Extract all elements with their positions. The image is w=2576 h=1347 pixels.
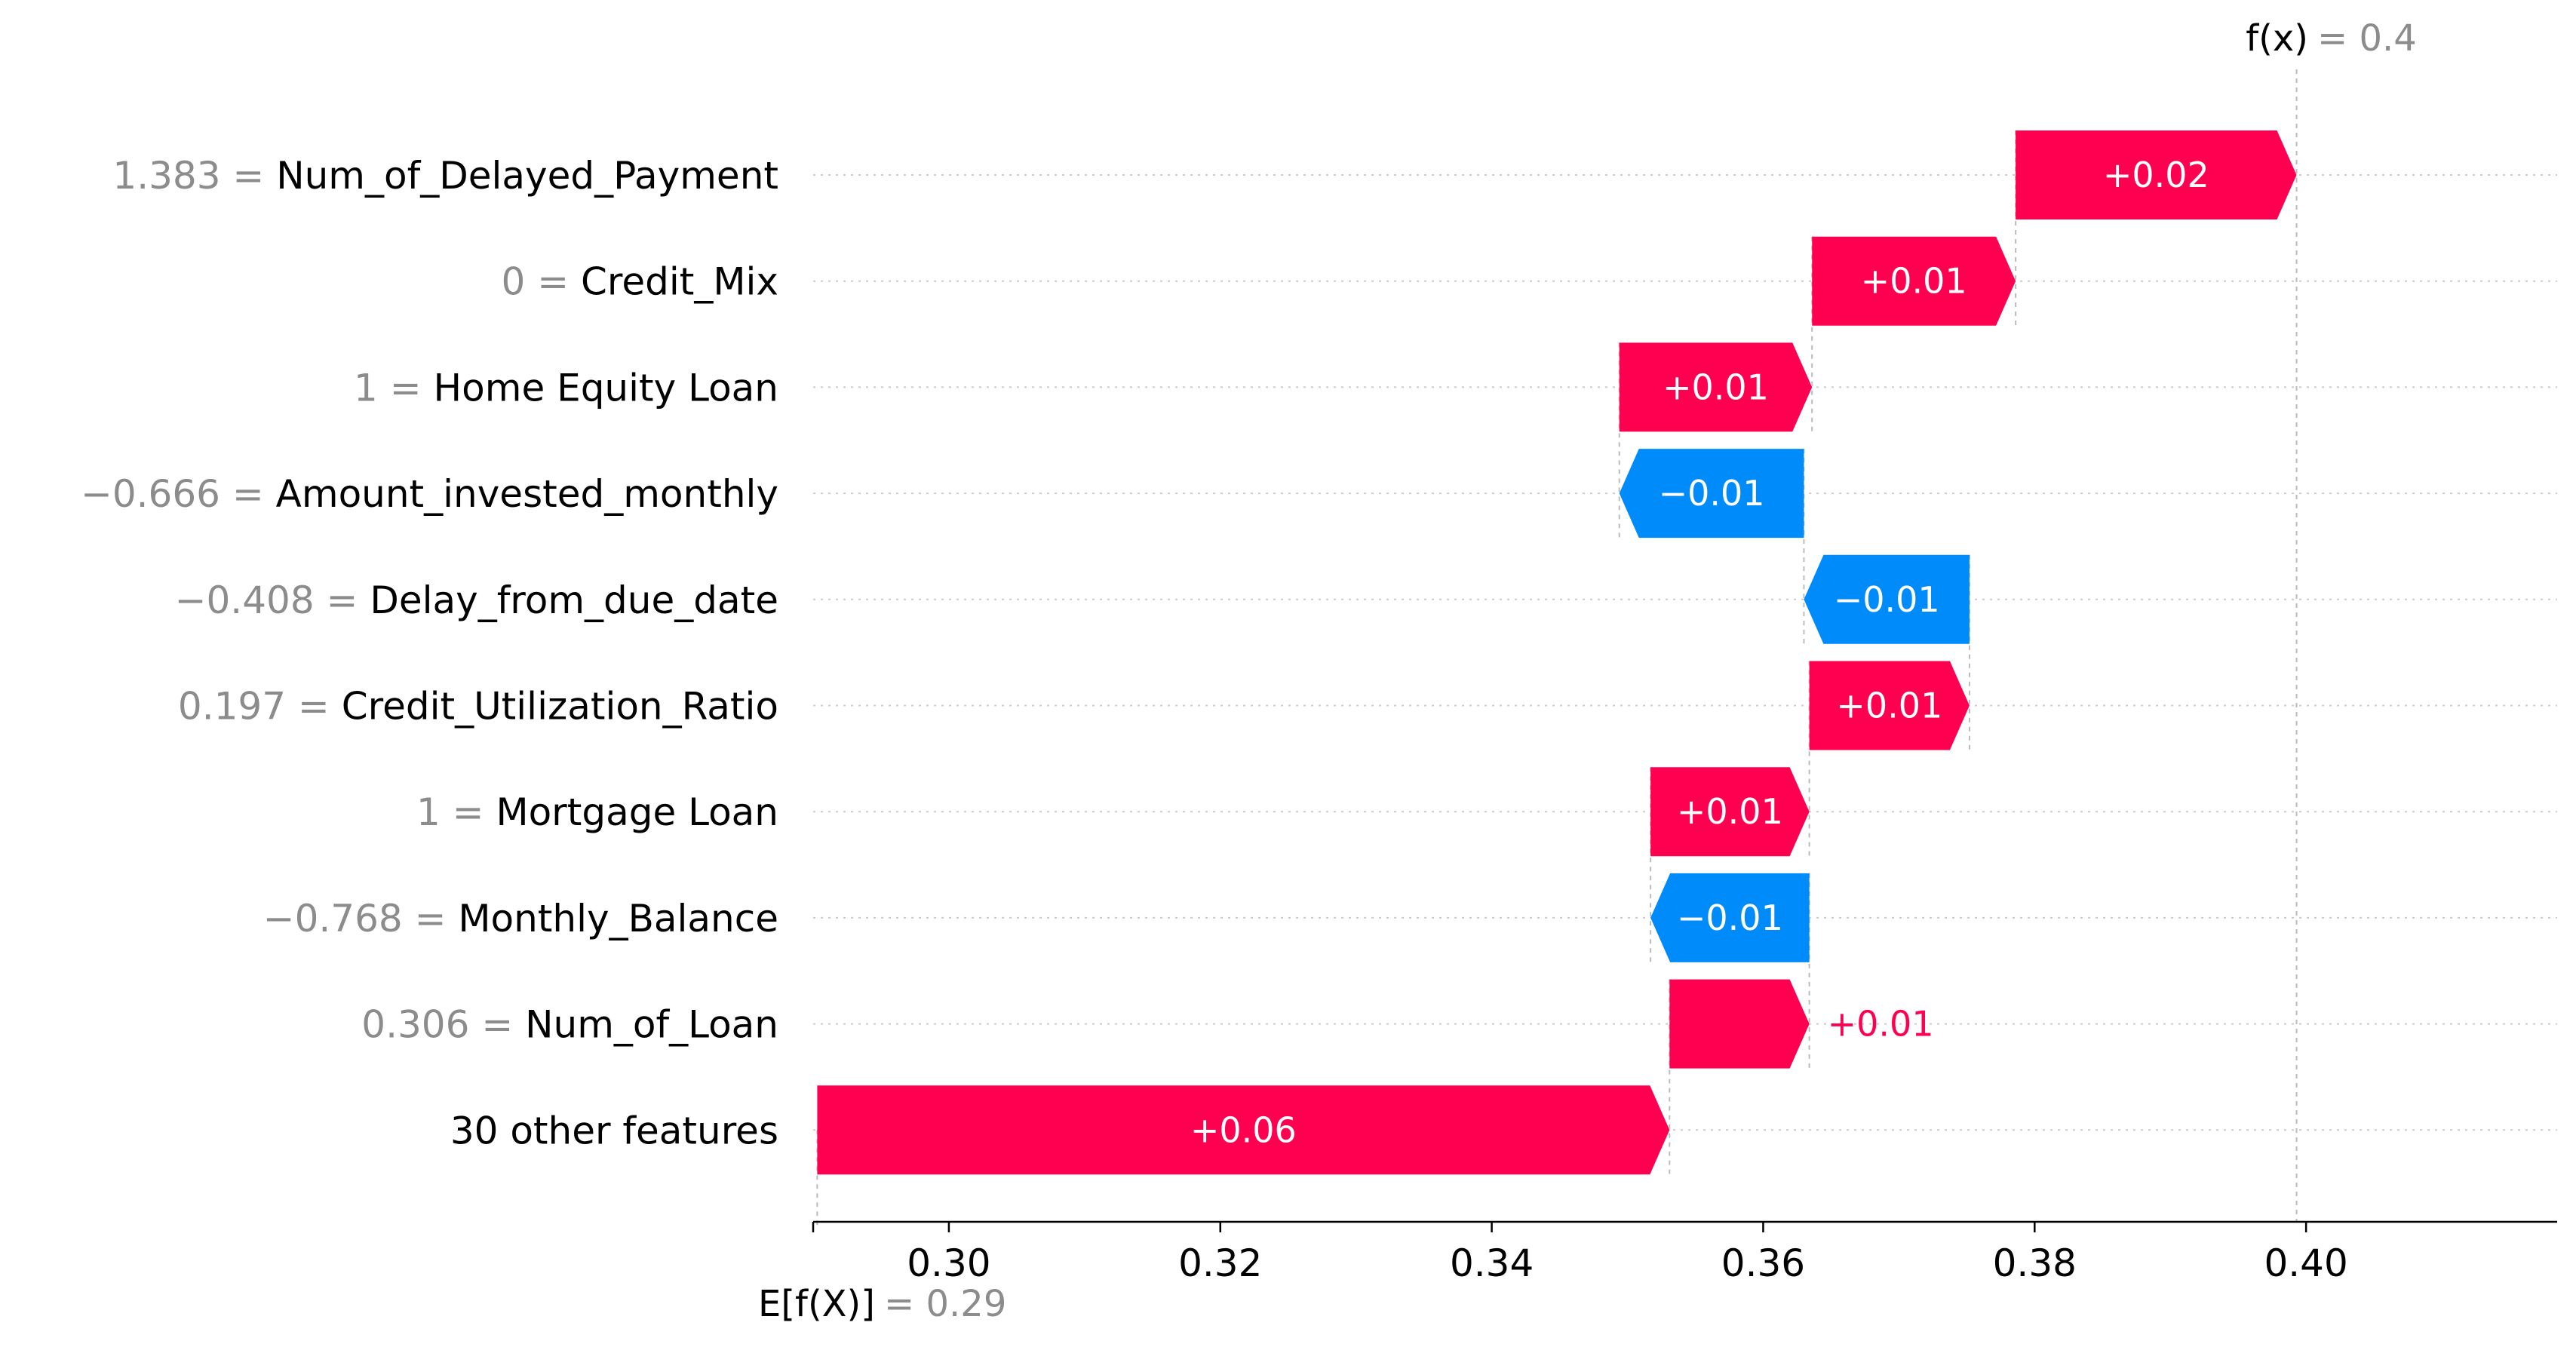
- output-annotation: f(x) = 0.4: [2246, 17, 2417, 60]
- feature-name: 30 other features: [450, 1109, 778, 1152]
- contribution-label: −0.01: [1834, 579, 1940, 620]
- feature-label: 30 other features: [450, 1109, 778, 1152]
- feature-value: 0.197 =: [178, 685, 342, 729]
- feature-value: 1 =: [354, 366, 434, 410]
- output-label: f(x): [2246, 17, 2308, 60]
- feature-value: 1 =: [416, 790, 496, 834]
- contribution-label: +0.01: [1828, 1004, 1934, 1045]
- feature-name: Num_of_Delayed_Payment: [276, 154, 778, 198]
- feature-name: Home Equity Loan: [434, 366, 778, 410]
- contribution-label: −0.01: [1659, 473, 1765, 514]
- expected-value: = 0.29: [884, 1283, 1006, 1325]
- contribution-label: +0.01: [1861, 261, 1967, 302]
- x-tick-label: 0.38: [1993, 1241, 2077, 1285]
- contribution-label: −0.01: [1677, 897, 1783, 938]
- contribution-label: +0.06: [1190, 1109, 1297, 1150]
- feature-label: −0.408 = Delay_from_due_date: [175, 578, 778, 622]
- feature-value: 1.383 =: [112, 154, 276, 198]
- connector-lines: [816, 69, 2298, 1229]
- x-axis: 0.30 0.32 0.34 0.36 0.38 0.40: [812, 1220, 2557, 1285]
- expected-annotation: E[f(X)] = 0.29: [758, 1283, 1006, 1325]
- x-tick-label: 0.40: [2264, 1241, 2347, 1285]
- feature-label: 0.197 = Credit_Utilization_Ratio: [178, 685, 778, 729]
- feature-value: −0.666 =: [81, 472, 276, 516]
- positive-contribution-bar: [1669, 979, 1810, 1069]
- feature-label: 1 = Home Equity Loan: [354, 366, 778, 410]
- contribution-label: +0.02: [2103, 155, 2209, 195]
- feature-labels: 1.383 = Num_of_Delayed_Payment 0 = Credit…: [81, 154, 778, 1152]
- contribution-label: +0.01: [1836, 686, 1942, 726]
- expected-label: E[f(X)]: [758, 1283, 875, 1325]
- feature-label: 1.383 = Num_of_Delayed_Payment: [112, 154, 778, 198]
- x-tick-label: 0.32: [1178, 1241, 1262, 1285]
- shap-waterfall-chart: +0.02 +0.01 +0.01 −0.01 −0.01 +0.01 +0.01 −0.01…: [81, 17, 2557, 1325]
- feature-name: Mortgage Loan: [496, 790, 778, 834]
- feature-name: Monthly_Balance: [458, 897, 778, 940]
- feature-label: 1 = Mortgage Loan: [416, 790, 778, 834]
- feature-label: 0.306 = Num_of_Loan: [361, 1003, 778, 1047]
- x-tick-label: 0.34: [1450, 1241, 1534, 1285]
- feature-name: Delay_from_due_date: [370, 578, 778, 622]
- feature-name: Credit_Mix: [581, 260, 778, 304]
- feature-name: Credit_Utilization_Ratio: [342, 685, 778, 729]
- feature-value: 0.306 =: [361, 1003, 525, 1047]
- x-tick-label: 0.30: [907, 1241, 990, 1285]
- bars: +0.02 +0.01 +0.01 −0.01 −0.01 +0.01 +0.01 −0.01…: [817, 130, 2297, 1175]
- output-value: = 0.4: [2317, 17, 2417, 60]
- contribution-label: +0.01: [1677, 791, 1783, 832]
- feature-name: Amount_invested_monthly: [276, 472, 778, 516]
- feature-label: 0 = Credit_Mix: [502, 260, 779, 304]
- x-tick-label: 0.36: [1721, 1241, 1805, 1285]
- feature-value: −0.768 =: [263, 897, 459, 940]
- feature-value: 0 =: [502, 260, 582, 304]
- feature-label: −0.666 = Amount_invested_monthly: [81, 472, 778, 516]
- feature-name: Num_of_Loan: [525, 1003, 778, 1047]
- contribution-label: +0.01: [1663, 367, 1769, 407]
- feature-label: −0.768 = Monthly_Balance: [263, 897, 778, 940]
- feature-value: −0.408 =: [175, 578, 370, 622]
